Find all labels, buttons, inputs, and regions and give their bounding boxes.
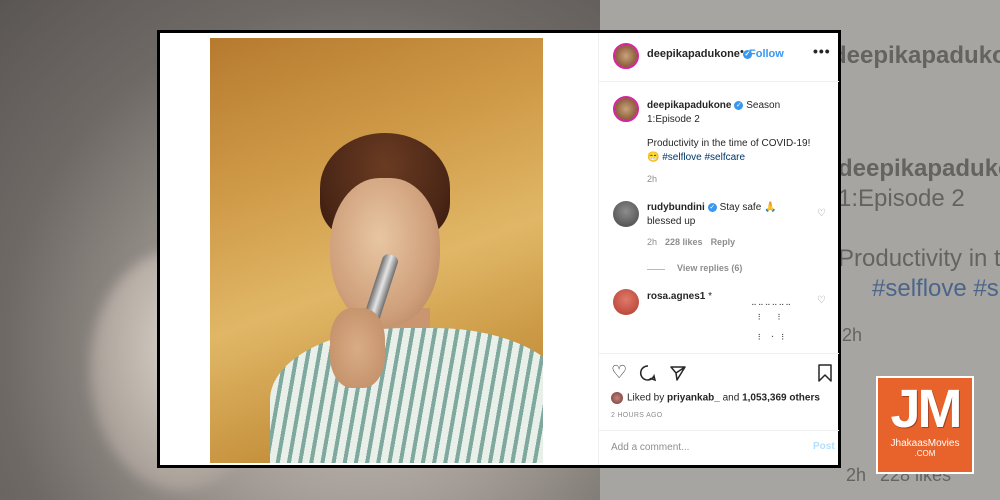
photo-shirt	[270, 328, 543, 463]
bg-text: 2h	[846, 465, 867, 485]
comment-like-icon[interactable]: ♡	[817, 295, 826, 306]
post-timestamp: 2 HOURS AGO	[611, 412, 663, 419]
avatar[interactable]	[613, 43, 639, 69]
bg-text: 2h	[842, 325, 863, 345]
post-media	[160, 33, 598, 465]
comment-likes[interactable]: 228 likes	[665, 237, 703, 247]
watermark-logo: JM JhakaasMovies .COM	[876, 376, 974, 474]
instagram-post-modal: deepikapadukone ✓ • Follow ••• deepikapad…	[157, 30, 841, 468]
caption-hashtags[interactable]: #selflove #selfcare	[662, 152, 745, 163]
header-username-text[interactable]: deepikapadukone	[647, 48, 740, 60]
liked-by-and: and	[722, 392, 740, 404]
bg-text: #selflove #s	[872, 275, 999, 302]
bg-text: deepikapadukc	[838, 155, 1000, 182]
verified-icon: ✓	[707, 202, 717, 212]
comment-like-icon[interactable]: ♡	[817, 208, 826, 219]
view-replies-button[interactable]: View replies (6)	[677, 263, 742, 273]
liker-avatar	[611, 392, 623, 404]
comment-avatar[interactable]	[613, 201, 639, 227]
share-icon[interactable]	[669, 364, 687, 382]
comment-body: *	[708, 291, 713, 302]
verified-icon: ✓	[734, 100, 744, 110]
reply-button[interactable]: Reply	[711, 237, 736, 247]
post-actions: ♡ Liked by priyankab_ and 1,053,369 othe…	[599, 353, 839, 466]
likes-count[interactable]: 1,053,369 others	[742, 393, 820, 404]
bg-text: Productivity in t	[838, 245, 1000, 272]
header-username[interactable]: deepikapadukone ✓	[647, 48, 752, 60]
caption-body-text: Productivity in the time of COVID-19!	[647, 138, 811, 149]
bg-text: 1:Episode 2	[838, 185, 965, 212]
caption-time: 2h	[647, 174, 658, 184]
photo-hand	[330, 308, 385, 388]
comment-username[interactable]: rosa.agnes1	[647, 291, 705, 302]
watermark-domain: .COM	[914, 449, 936, 458]
caption-avatar[interactable]	[613, 96, 639, 122]
comment-text: rosa.agnes1 *	[647, 290, 797, 304]
bg-text: deepikapadukone	[832, 42, 1000, 69]
comment-form: Post	[599, 430, 839, 467]
caption-body: Productivity in the time of COVID-19! 😁 …	[647, 137, 827, 165]
photo-face	[330, 178, 440, 328]
post-comment-button[interactable]: Post	[813, 441, 835, 452]
watermark-name: JhakaasMovies	[890, 438, 960, 449]
comment-username[interactable]: rudybundini	[647, 202, 705, 213]
liked-by-label: Liked by	[627, 392, 665, 404]
comment-emoji-art: ⠉⠉⠉⠉⠉⠉ ⠇ ⠇ ⠇ ⠂ ⠇	[751, 303, 793, 342]
likes-summary: Liked by priyankab_ and 1,053,369 others	[611, 392, 820, 404]
comment-icon[interactable]	[639, 364, 657, 382]
comment-time: 2h	[647, 237, 658, 247]
heart-icon[interactable]: ♡	[611, 363, 627, 381]
post-photo[interactable]	[210, 38, 543, 463]
caption-username[interactable]: deepikapadukone	[647, 100, 731, 111]
replies-divider	[647, 269, 665, 270]
post-header: deepikapadukone ✓ • Follow •••	[599, 33, 839, 82]
caption-text: deepikapadukone ✓ Season 1:Episode 2	[647, 99, 827, 127]
comment-text: rudybundini ✓ Stay safe 🙏 blessed up	[647, 201, 797, 229]
caption-emoji: 😁	[647, 152, 660, 163]
separator-dot: •	[740, 46, 744, 58]
comment-meta: 2h 228 likes Reply	[647, 237, 735, 247]
liker-username[interactable]: priyankab_	[667, 393, 720, 404]
follow-button[interactable]: Follow	[749, 48, 784, 60]
comment-input[interactable]	[609, 441, 793, 454]
bookmark-icon[interactable]	[817, 364, 833, 382]
comment-avatar[interactable]	[613, 289, 639, 315]
more-icon[interactable]: •••	[813, 43, 831, 59]
post-side-panel: deepikapadukone ✓ • Follow ••• deepikapad…	[598, 33, 839, 465]
watermark-letters: JM	[890, 379, 962, 439]
